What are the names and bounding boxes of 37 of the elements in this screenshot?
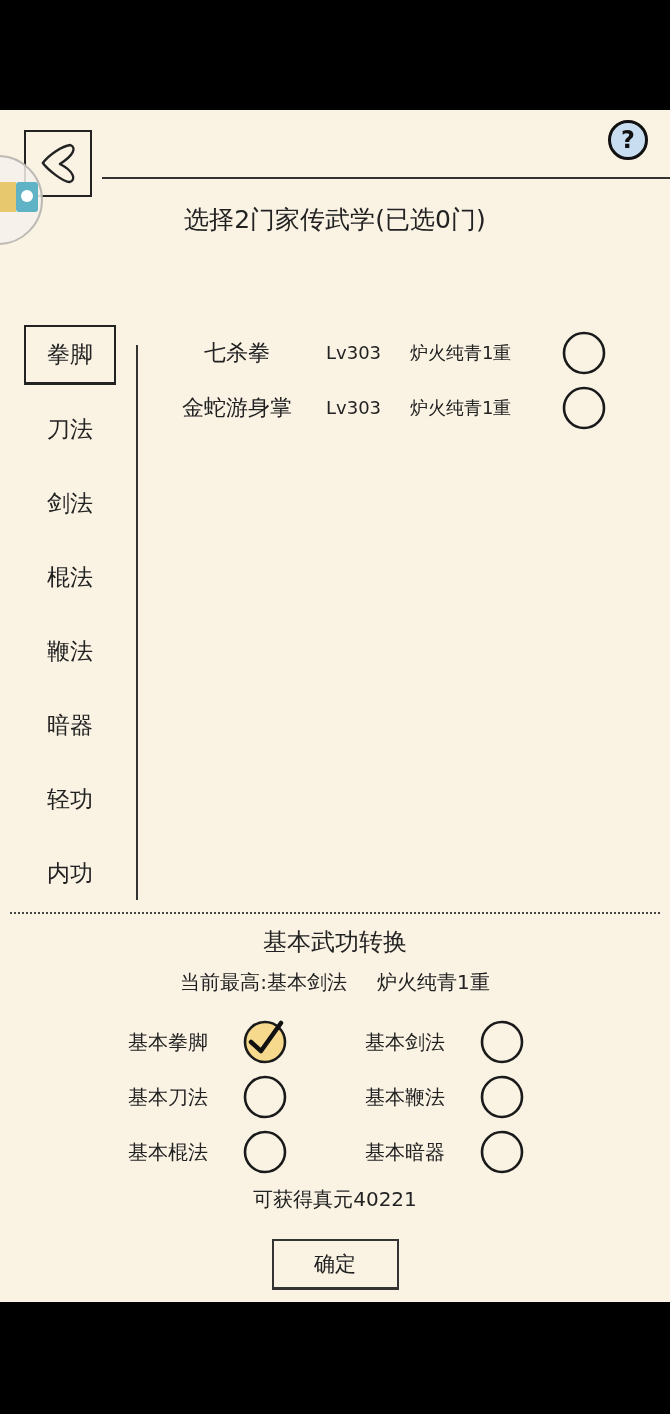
category-tab[interactable]: 剑法: [24, 473, 116, 533]
radio-button[interactable]: [243, 1075, 287, 1119]
option-label: 基本拳脚: [128, 1028, 209, 1056]
skill-name: 金蛇游身掌: [181, 393, 293, 422]
radio-button[interactable]: [562, 330, 606, 375]
skill-realm: 炉火纯青1重: [410, 395, 513, 420]
radio-button[interactable]: [480, 1075, 524, 1119]
current-best-text: 当前最高:基本剑法: [180, 969, 347, 996]
skill-level: Lv303: [326, 397, 383, 418]
category-tab[interactable]: 轻功: [24, 769, 116, 829]
radio-button[interactable]: [480, 1020, 524, 1064]
confirm-button[interactable]: 确定: [271, 1239, 399, 1290]
current-realm-text: 炉火纯青1重: [377, 969, 490, 996]
chevron-icon: [39, 141, 77, 186]
radio-button[interactable]: [480, 1130, 524, 1174]
option-label: 基本剑法: [365, 1028, 446, 1056]
radio-button[interactable]: [243, 1020, 287, 1064]
category-tab[interactable]: 暗器: [24, 695, 116, 755]
reward-text: 可获得真元40221: [253, 1186, 417, 1213]
option-label: 基本棍法: [128, 1138, 209, 1166]
skill-realm: 炉火纯青1重: [410, 340, 513, 365]
option-label: 基本鞭法: [365, 1083, 446, 1111]
radio-button[interactable]: [562, 385, 606, 430]
page-title: 选择2门家传武学(已选0门): [184, 204, 486, 236]
category-tab[interactable]: 拳脚: [24, 325, 116, 385]
category-tab[interactable]: 内功: [24, 843, 116, 903]
category-tab[interactable]: 鞭法: [24, 621, 116, 681]
skill-level: Lv303: [326, 342, 383, 363]
option-label: 基本暗器: [365, 1138, 446, 1166]
help-button[interactable]: ?: [608, 120, 648, 160]
option-label: 基本刀法: [128, 1083, 209, 1111]
radio-button[interactable]: [243, 1130, 287, 1174]
back-button[interactable]: [24, 130, 92, 197]
category-tab[interactable]: 刀法: [24, 399, 116, 459]
category-tab[interactable]: 棍法: [24, 547, 116, 607]
skill-name: 七杀拳: [203, 338, 271, 367]
section-title: 基本武功转换: [263, 927, 407, 958]
